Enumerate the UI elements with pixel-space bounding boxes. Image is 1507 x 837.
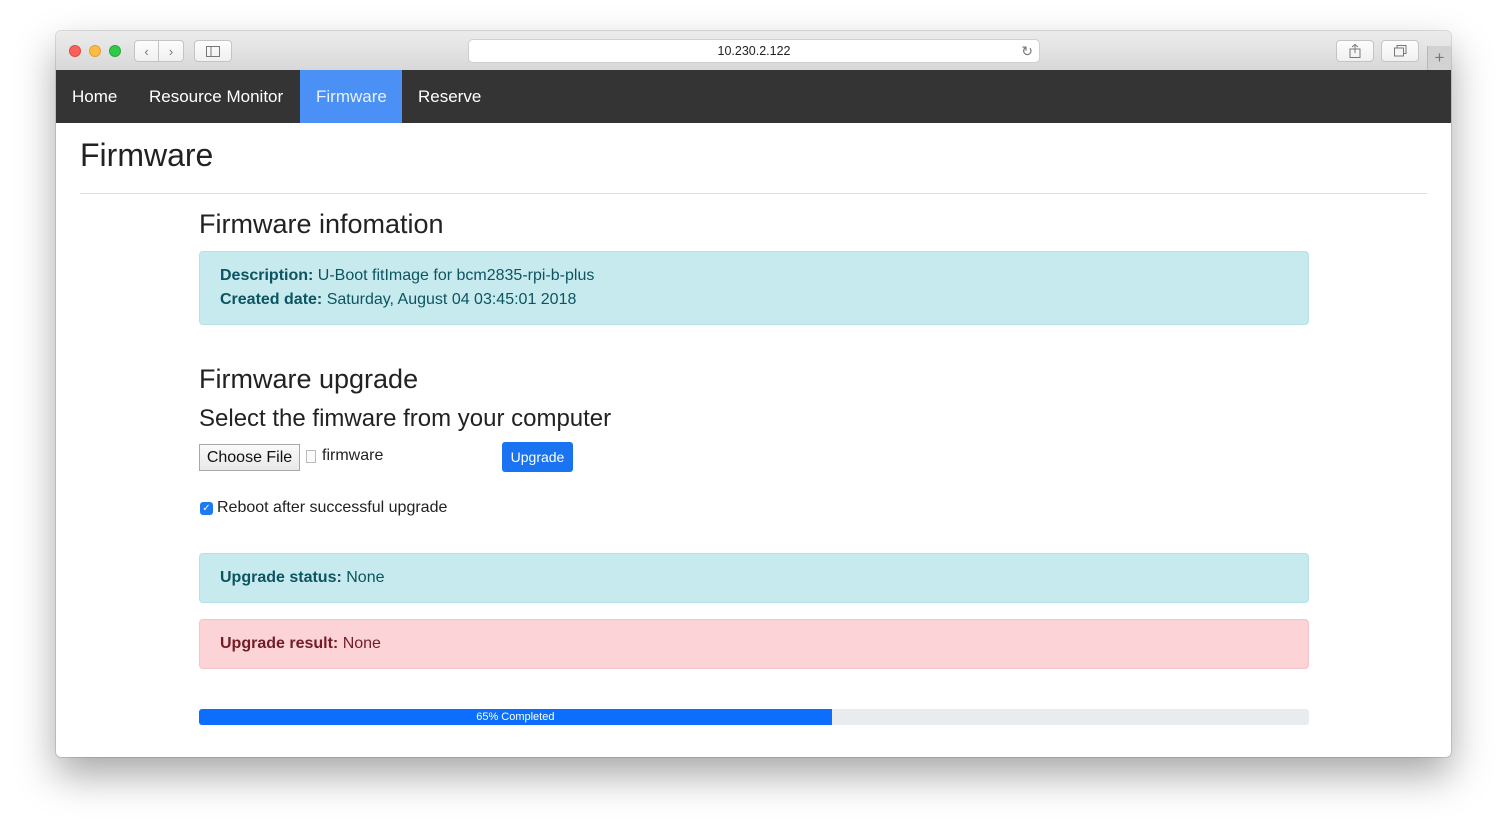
upgrade-result-label: Upgrade result: <box>220 635 339 652</box>
choose-file-button[interactable]: Choose File <box>199 444 300 471</box>
browser-window: ‹ › 10.230.2.122 ↻ + Home Resource Monit… <box>56 31 1451 757</box>
created-date-value: Saturday, August 04 03:45:01 2018 <box>322 291 577 308</box>
address-bar[interactable]: 10.230.2.122 ↻ <box>468 39 1040 63</box>
firmware-info-box: Description: U-Boot fitImage for bcm2835… <box>199 251 1309 325</box>
upgrade-status-value: None <box>341 569 385 586</box>
url-text: 10.230.2.122 <box>717 44 791 58</box>
share-icon <box>1349 44 1361 58</box>
reboot-checkbox-label[interactable]: Reboot after successful upgrade <box>217 499 447 517</box>
nav-item-reserve[interactable]: Reserve <box>402 70 497 123</box>
forward-button[interactable]: › <box>159 40 184 62</box>
tabs-overview-button[interactable] <box>1381 40 1419 62</box>
tabs-icon <box>1393 45 1406 57</box>
description-label: Description: <box>220 267 314 284</box>
nav-item-firmware[interactable]: Firmware <box>300 70 402 123</box>
browser-toolbar: ‹ › 10.230.2.122 ↻ + <box>56 31 1451 71</box>
created-date-line: Created date: Saturday, August 04 03:45:… <box>220 291 576 309</box>
firmware-upgrade-heading: Firmware upgrade <box>199 364 419 394</box>
progress-text: 65% Completed <box>476 711 555 723</box>
upgrade-result-value: None <box>338 635 381 652</box>
upgrade-status-line: Upgrade status: None <box>220 569 385 587</box>
nav-item-home[interactable]: Home <box>56 70 133 123</box>
page-title: Firmware <box>80 137 214 173</box>
zoom-window-icon[interactable] <box>109 45 121 57</box>
sidebar-button[interactable] <box>194 40 232 62</box>
nav-item-resource-monitor[interactable]: Resource Monitor <box>133 70 299 123</box>
progress-bar-fill: 65% Completed <box>199 709 832 725</box>
divider <box>80 193 1427 194</box>
upgrade-status-box: Upgrade status: None <box>199 553 1309 603</box>
navbar: Home Resource Monitor Firmware Reserve <box>56 70 1451 123</box>
upgrade-progress: 65% Completed <box>199 709 1309 725</box>
chevron-right-icon: › <box>168 43 174 59</box>
upgrade-result-box: Upgrade result: None <box>199 619 1309 669</box>
selected-file-name: firmware <box>322 447 384 464</box>
plus-icon: + <box>1434 48 1445 67</box>
chevron-left-icon: ‹ <box>144 43 149 59</box>
back-button[interactable]: ‹ <box>134 40 159 62</box>
new-tab-button[interactable]: + <box>1427 46 1451 70</box>
upgrade-status-label: Upgrade status: <box>220 569 342 586</box>
description-line: Description: U-Boot fitImage for bcm2835… <box>220 267 594 285</box>
reload-icon[interactable]: ↻ <box>1021 43 1033 60</box>
sidebar-icon <box>206 45 220 57</box>
upgrade-result-line: Upgrade result: None <box>220 635 381 653</box>
file-icon <box>306 450 316 463</box>
share-button[interactable] <box>1336 40 1374 62</box>
firmware-info-heading: Firmware infomation <box>199 209 444 239</box>
created-date-label: Created date: <box>220 291 323 308</box>
minimize-window-icon[interactable] <box>89 45 101 57</box>
close-window-icon[interactable] <box>69 45 81 57</box>
upgrade-button[interactable]: Upgrade <box>502 442 573 472</box>
reboot-checkbox[interactable]: ✓ <box>200 502 213 515</box>
select-firmware-subheading: Select the fimware from your computer <box>199 405 612 432</box>
description-value: U-Boot fitImage for bcm2835-rpi-b-plus <box>313 267 595 284</box>
